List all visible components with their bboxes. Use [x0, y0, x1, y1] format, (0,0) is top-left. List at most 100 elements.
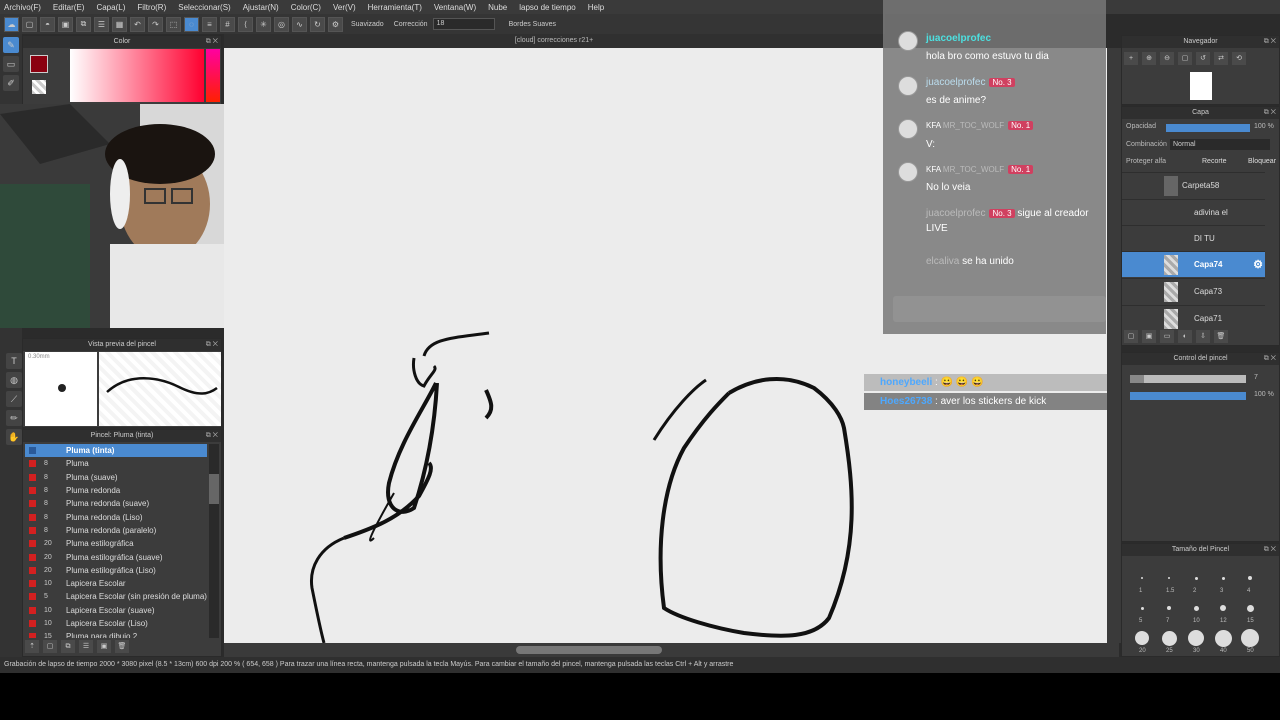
brush-size-preset[interactable] — [1220, 605, 1226, 611]
menu-item[interactable]: lapso de tiempo — [519, 3, 575, 12]
upload-icon[interactable]: ⇡ — [25, 640, 39, 653]
eyedropper-tool-icon[interactable]: ⟋ — [6, 391, 22, 407]
grid2-icon[interactable]: # — [220, 16, 235, 32]
brush-size-preset[interactable] — [1194, 576, 1198, 580]
panel-menu-icon[interactable]: ⧉ ✕ — [1264, 353, 1276, 365]
text-tool-icon[interactable]: T — [6, 353, 22, 369]
brush-size-slider[interactable] — [1130, 375, 1246, 383]
brush-size-preset[interactable] — [1246, 604, 1254, 612]
copy-icon[interactable]: ▣ — [97, 640, 111, 653]
save-icon[interactable]: ▣ — [58, 16, 73, 32]
settings-icon[interactable]: ⚙ — [328, 16, 343, 32]
correccion-field[interactable]: 18 — [432, 18, 495, 30]
menu-item[interactable]: Capa(L) — [96, 3, 125, 12]
layer-row[interactable]: adivina el personaje — [1122, 199, 1265, 243]
undo-icon[interactable]: ↶ — [130, 16, 145, 32]
mask-icon[interactable]: ◐ — [1178, 330, 1192, 343]
hue-slider[interactable] — [206, 49, 220, 102]
brush-list-item[interactable]: 20 Pluma estilográfica (Liso) — [25, 564, 207, 577]
stabilizer-icon[interactable]: ◌ — [184, 16, 199, 32]
fill-tool-icon[interactable]: ◍ — [6, 372, 22, 388]
layer-row[interactable]: Capa74 ⚙ — [1122, 251, 1265, 277]
hand-tool-icon[interactable]: ✋ — [6, 429, 22, 445]
ruler-icon[interactable]: ⟨ — [238, 16, 253, 32]
chat-input[interactable] — [893, 296, 1106, 322]
zoom-in-icon[interactable]: ⊕ — [1142, 52, 1156, 65]
brush-size-preset[interactable] — [1141, 577, 1143, 579]
menu-item[interactable]: Color(C) — [291, 3, 321, 12]
brush-list-item[interactable]: 20 Pluma estilográfica — [25, 537, 207, 550]
menu-item[interactable]: Ver(V) — [333, 3, 356, 12]
hatch-icon[interactable]: ≡ — [202, 16, 217, 32]
brush-list-scrollbar[interactable] — [209, 444, 219, 638]
rotate-icon[interactable]: ↺ — [1196, 52, 1210, 65]
brush-size-preset[interactable] — [1241, 629, 1259, 647]
menu-item[interactable]: Herramienta(T) — [368, 3, 422, 12]
blend-mode-select[interactable]: Normal — [1170, 139, 1270, 150]
fit-icon[interactable]: ▢ — [1178, 52, 1192, 65]
menu-item[interactable]: Ventana(W) — [434, 3, 476, 12]
panel-menu-icon[interactable]: ⧉ ✕ — [1264, 544, 1276, 556]
duplicate-icon[interactable]: ⧉ — [61, 640, 75, 653]
panel-menu-icon[interactable]: ⧉ ✕ — [206, 36, 218, 48]
panel-menu-icon[interactable]: ⧉ ✕ — [206, 339, 218, 351]
brush-list-item[interactable]: 15 Pluma para dibujo 2 — [25, 630, 207, 638]
menu-item[interactable]: Archivo(F) — [4, 3, 41, 12]
redo-icon[interactable]: ↷ — [148, 16, 163, 32]
menu-item[interactable]: Editar(E) — [53, 3, 85, 12]
clip-checkbox[interactable]: Recorte — [1202, 158, 1227, 165]
brush-list-item[interactable]: 8 Pluma — [25, 457, 207, 470]
brush-list-item[interactable]: 5 Lapicera Escolar (sin presión de pluma) — [25, 590, 207, 603]
menu-item[interactable]: Filtro(R) — [137, 3, 166, 12]
open-icon[interactable]: ◓ — [40, 16, 55, 32]
suavizado-checkbox-label[interactable]: Suavizado — [351, 21, 384, 28]
horizontal-scroll-thumb[interactable] — [516, 646, 662, 654]
brush-list-item[interactable]: 10 Lapicera Escolar (Liso) — [25, 617, 207, 630]
zoom-in-icon[interactable]: + — [1124, 52, 1138, 65]
layer-row[interactable]: Capa73 — [1122, 278, 1265, 304]
brush-size-preset[interactable] — [1214, 629, 1232, 647]
brush-density-slider[interactable] — [1130, 392, 1246, 400]
grid-icon[interactable]: ▦ — [112, 16, 127, 32]
copy-icon[interactable]: ⧉ — [76, 16, 91, 32]
document-tab[interactable]: [cloud] correcciones r21+ — [224, 34, 884, 48]
panel-menu-icon[interactable]: ⧉ ✕ — [1264, 107, 1276, 119]
brush-size-preset[interactable] — [1221, 576, 1225, 580]
layers-toggle-icon[interactable]: ☰ — [94, 16, 109, 32]
brush-list-item[interactable]: Pluma (tinta) — [25, 444, 207, 458]
brush-list-item[interactable]: 8 Pluma (suave) — [25, 471, 207, 484]
curve-icon[interactable]: ∿ — [292, 16, 307, 32]
brush-size-preset[interactable] — [1167, 606, 1171, 610]
zoom-out-icon[interactable]: ⊖ — [1160, 52, 1174, 65]
canvas-vertical-scrollbar[interactable] — [1107, 48, 1121, 643]
brush-list-item[interactable]: 8 Pluma redonda — [25, 484, 207, 497]
navigator-thumbnail[interactable] — [1190, 72, 1212, 100]
lock-checkbox[interactable]: Bloquear — [1248, 158, 1276, 165]
brush-size-preset[interactable] — [1140, 606, 1144, 610]
circle-ruler-icon[interactable]: ◎ — [274, 16, 289, 32]
brush-size-preset[interactable] — [1161, 630, 1177, 646]
protect-alpha-checkbox[interactable]: Proteger alfa — [1126, 158, 1166, 165]
menu-item[interactable]: Help — [588, 3, 604, 12]
brush-size-preset[interactable] — [1188, 630, 1204, 646]
eraser-tool-icon[interactable]: ▭ — [3, 56, 19, 72]
rotate-icon[interactable]: ↻ — [310, 16, 325, 32]
layer-row[interactable]: DI TU PERSONAJE — [1122, 225, 1265, 269]
brush-list-item[interactable]: 10 Lapicera Escolar (suave) — [25, 604, 207, 617]
new-raster-layer-icon[interactable]: ▢ — [1124, 330, 1138, 343]
new-file-icon[interactable]: ▢ — [22, 16, 37, 32]
color-gradient-picker[interactable] — [70, 49, 204, 102]
new-vector-layer-icon[interactable]: ▣ — [1142, 330, 1156, 343]
layer-row[interactable]: Capa71 — [1122, 305, 1265, 331]
brush-size-preset[interactable] — [1168, 577, 1170, 579]
brush-list-item[interactable]: 8 Pluma redonda (paralelo) — [25, 524, 207, 537]
delete-layer-icon[interactable]: 🗑 — [1214, 330, 1228, 343]
brush-list-item[interactable]: 10 Lapicera Escolar — [25, 577, 207, 590]
delete-icon[interactable]: 🗑 — [115, 640, 129, 653]
brush-list-item[interactable]: 20 Pluma estilográfica (suave) — [25, 550, 207, 563]
layer-settings-icon[interactable]: ⚙ — [1253, 258, 1263, 271]
layer-row[interactable]: Carpeta58 — [1122, 172, 1265, 198]
perspective-icon[interactable]: ✳ — [256, 16, 271, 32]
new-folder-icon[interactable]: ▭ — [1160, 330, 1174, 343]
opacity-slider[interactable] — [1166, 124, 1250, 132]
